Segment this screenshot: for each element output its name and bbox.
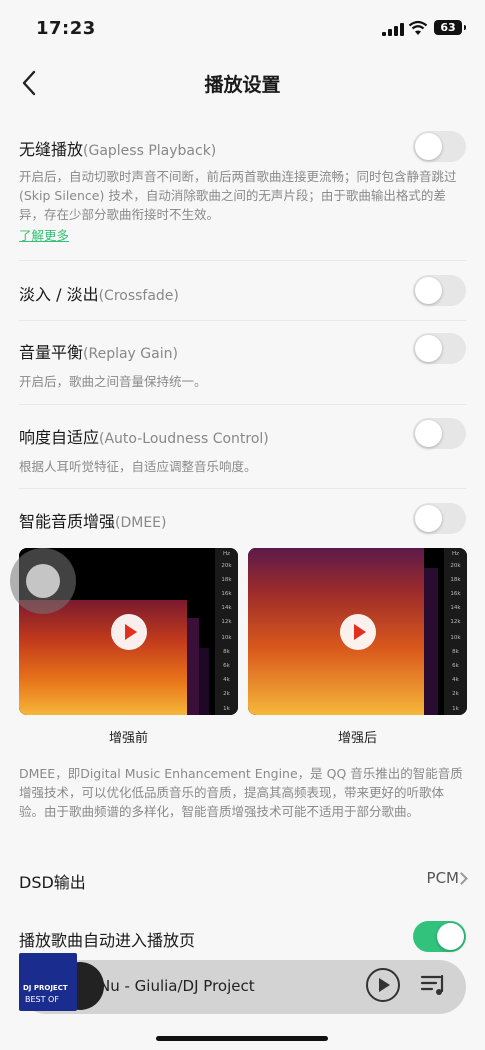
assistive-touch-button[interactable] bbox=[10, 548, 76, 614]
status-time: 17:23 bbox=[36, 18, 96, 39]
page-title: 播放设置 bbox=[204, 74, 281, 96]
freq-axis-ticks: Hz 20k 18k 16k 14k 12k 10k 8k 6k 4k 2k 1… bbox=[221, 551, 232, 712]
divider bbox=[19, 404, 466, 405]
toggle-dmee[interactable] bbox=[413, 503, 466, 534]
setting-replay-gain: 音量平衡(Replay Gain) 开启后，歌曲之间音量保持统一。 bbox=[19, 339, 466, 391]
toggle-crossfade[interactable] bbox=[413, 275, 466, 306]
divider bbox=[19, 260, 466, 261]
setting-title-en: (Replay Gain) bbox=[83, 346, 178, 362]
freq-tick: 2k bbox=[452, 691, 459, 697]
setting-title: DSD输出 bbox=[19, 873, 86, 892]
freq-tick: 12k bbox=[221, 619, 232, 625]
spectrogram-before-label: 增强前 bbox=[108, 731, 148, 746]
nav-bar: 播放设置 bbox=[0, 58, 485, 108]
spectrogram-before-freq-axis: Hz 20k 18k 16k 14k 12k 10k 8k 6k 4k 2k 1… bbox=[221, 551, 232, 712]
freq-tick: 8k bbox=[452, 649, 459, 655]
spectrogram-after[interactable]: Hz 20k 18k 16k 14k 12k 10k 8k 6k 4k 2k 1… bbox=[248, 548, 467, 715]
spectrogram-after-label: 增强后 bbox=[337, 731, 377, 746]
cover-text: BEST OF bbox=[25, 995, 59, 1004]
cover-text: DJ PROJECT bbox=[23, 984, 68, 992]
battery-icon: 63 bbox=[434, 20, 466, 35]
learn-more-link[interactable]: 了解更多 bbox=[19, 228, 69, 243]
freq-tick: 14k bbox=[450, 605, 461, 611]
setting-title: 音量平衡 bbox=[19, 343, 84, 362]
status-bar: 17:23 63 bbox=[0, 0, 485, 58]
setting-autoplay: 播放歌曲自动进入播放页 bbox=[19, 927, 466, 951]
divider bbox=[19, 320, 466, 321]
setting-title-en: (Crossfade) bbox=[98, 288, 179, 304]
setting-title: 智能音质增强 bbox=[19, 512, 116, 531]
freq-tick: 10k bbox=[221, 635, 232, 641]
setting-title: 淡入 / 淡出 bbox=[19, 285, 99, 304]
setting-dmee: 智能音质增强(DMEE) bbox=[19, 508, 466, 532]
freq-tick: Hz bbox=[223, 551, 230, 557]
freq-tick: 18k bbox=[450, 577, 461, 583]
setting-title: 无缝播放 bbox=[19, 140, 84, 159]
freq-tick: 1k bbox=[452, 706, 459, 712]
freq-axis-ticks: Hz 20k 18k 16k 14k 12k 10k 8k 6k 4k 2k 1… bbox=[450, 551, 461, 712]
play-before-icon[interactable] bbox=[110, 613, 147, 650]
dmee-desc: DMEE，即Digital Music Enhancement Engine，是… bbox=[19, 766, 463, 819]
freq-tick: 10k bbox=[450, 635, 461, 641]
setting-desc: 根据人耳听觉特征，自适应调整音乐响度。 bbox=[19, 459, 257, 474]
playlist-icon[interactable] bbox=[420, 972, 446, 998]
now-playing-title: Nu - Giulia/DJ Project bbox=[99, 977, 255, 995]
freq-tick: 4k bbox=[452, 677, 459, 683]
freq-tick: 16k bbox=[221, 591, 232, 597]
freq-tick: 1k bbox=[223, 706, 230, 712]
setting-dsd[interactable]: DSD输出 bbox=[19, 869, 466, 893]
setting-gapless: 无缝播放(Gapless Playback) 开启后，自动切歌时声音不间断，前后… bbox=[19, 136, 466, 244]
freq-tick: 20k bbox=[221, 563, 232, 569]
freq-tick: 20k bbox=[450, 563, 461, 569]
setting-auto-loudness: 响度自适应(Auto-Loudness Control) 根据人耳听觉特征，自适… bbox=[19, 424, 466, 476]
play-after-icon[interactable] bbox=[339, 613, 376, 650]
setting-desc: 开启后，自动切歌时声音不间断，前后两首歌曲连接更流畅；同时包含静音跳过 (Ski… bbox=[19, 169, 457, 222]
play-icon[interactable] bbox=[366, 968, 400, 1002]
toggle-gapless[interactable] bbox=[413, 131, 466, 162]
album-cover[interactable]: DJ PROJECT BEST OF bbox=[19, 953, 77, 1011]
home-indicator bbox=[156, 1036, 328, 1041]
freq-tick: 2k bbox=[223, 691, 230, 697]
setting-title-en: (Auto-Loudness Control) bbox=[99, 431, 269, 447]
toggle-auto-loudness[interactable] bbox=[413, 418, 466, 449]
setting-title: 播放歌曲自动进入播放页 bbox=[19, 931, 196, 950]
setting-title: 响度自适应 bbox=[19, 428, 100, 447]
freq-tick: 6k bbox=[452, 663, 459, 669]
toggle-replay-gain[interactable] bbox=[413, 333, 466, 364]
divider bbox=[19, 488, 466, 489]
setting-desc: 开启后，歌曲之间音量保持统一。 bbox=[19, 374, 207, 389]
wifi-icon bbox=[408, 20, 428, 35]
freq-tick: Hz bbox=[452, 551, 459, 557]
freq-tick: 18k bbox=[221, 577, 232, 583]
freq-tick: 12k bbox=[450, 619, 461, 625]
setting-title-en: (DMEE) bbox=[115, 515, 167, 531]
setting-crossfade: 淡入 / 淡出(Crossfade) bbox=[19, 281, 466, 305]
freq-tick: 14k bbox=[221, 605, 232, 611]
toggle-autoplay[interactable] bbox=[413, 921, 466, 952]
spectrogram-after-freq-axis: Hz 20k 18k 16k 14k 12k 10k 8k 6k 4k 2k 1… bbox=[450, 551, 461, 712]
setting-title-en: (Gapless Playback) bbox=[83, 143, 217, 159]
freq-tick: 8k bbox=[223, 649, 230, 655]
freq-tick: 16k bbox=[450, 591, 461, 597]
freq-tick: 4k bbox=[223, 677, 230, 683]
signal-icon bbox=[382, 23, 404, 36]
freq-tick: 6k bbox=[223, 663, 230, 669]
